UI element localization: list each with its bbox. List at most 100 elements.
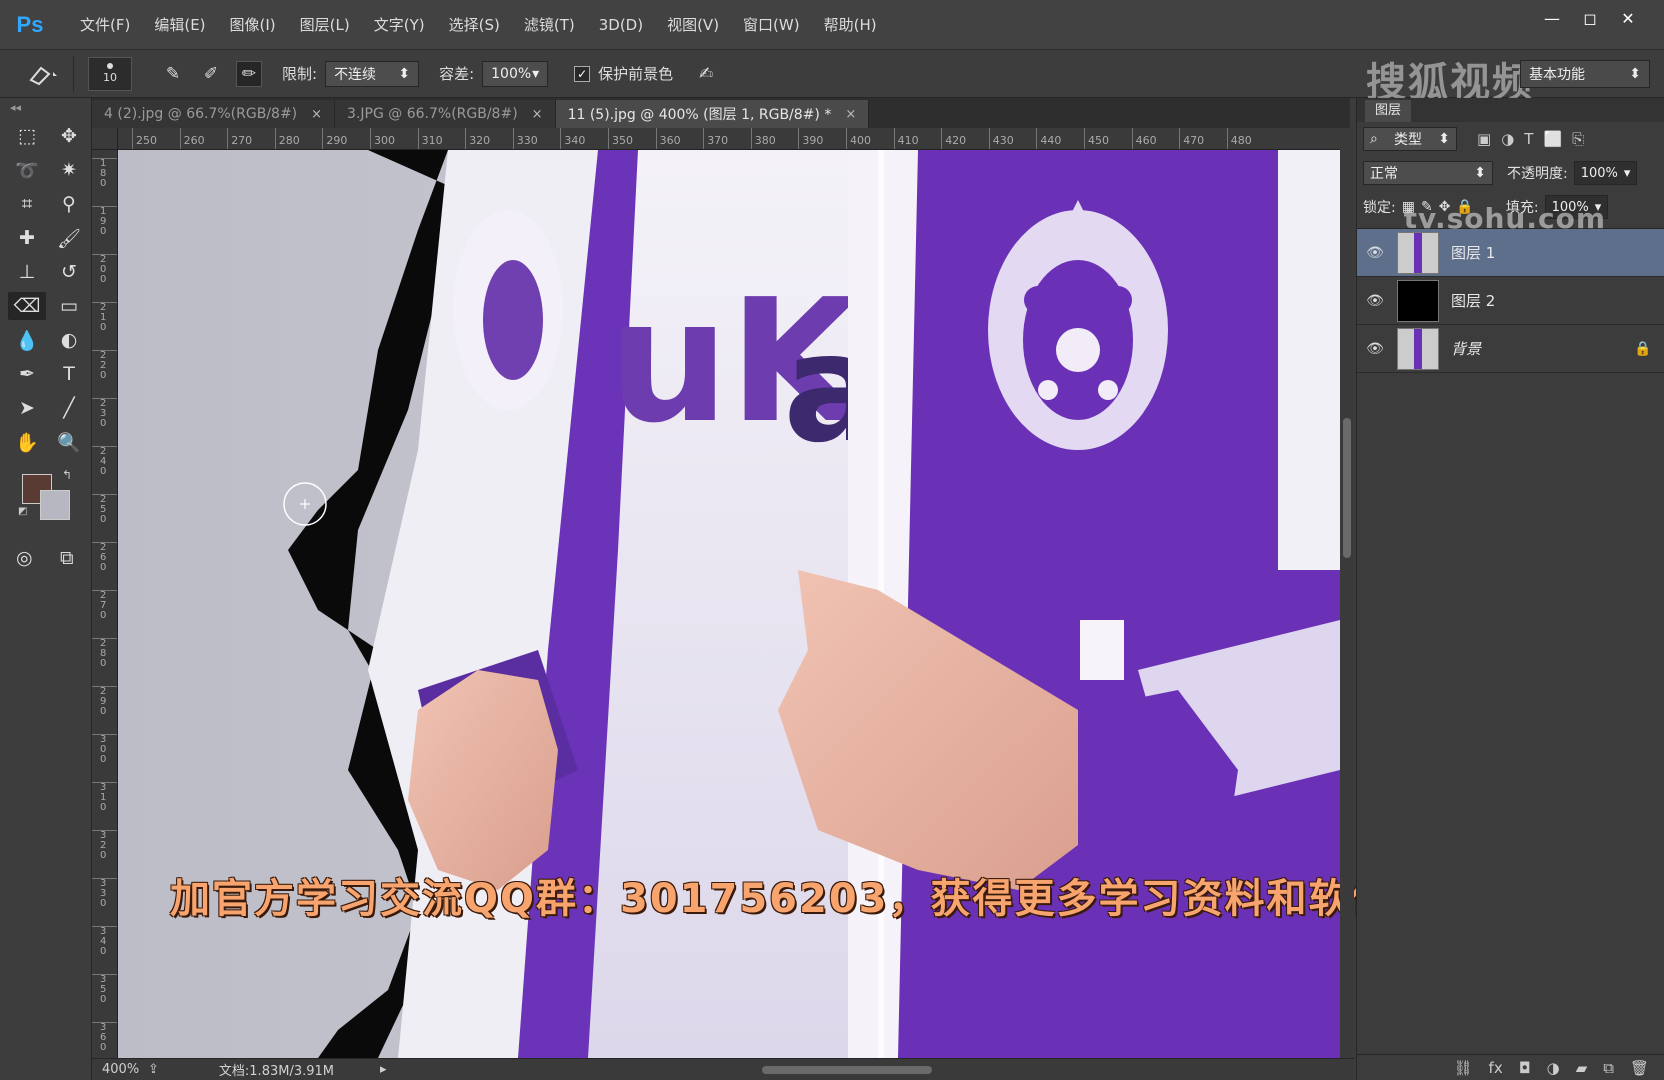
lasso-icon[interactable]: ➰: [8, 156, 46, 184]
image-filter-icon[interactable]: ▣: [1477, 130, 1491, 148]
layer-filter-select[interactable]: ⌕ 类型 ⬍: [1363, 127, 1457, 151]
new-layer-icon[interactable]: ⧉: [1603, 1059, 1614, 1077]
blend-mode-select[interactable]: 正常 ⬍: [1363, 161, 1493, 185]
dodge-icon[interactable]: ◐: [50, 326, 88, 354]
close-icon[interactable]: ×: [532, 107, 543, 122]
brush-size-picker[interactable]: 10: [88, 56, 132, 91]
layer-row-1[interactable]: 👁 图层 1: [1357, 229, 1664, 277]
ruler-tick: 250: [92, 494, 117, 525]
layer-list: 👁 图层 1 👁 图层 2 👁 背景 🔒: [1357, 228, 1664, 373]
default-colors-icon[interactable]: ◩: [18, 506, 27, 517]
healing-brush-icon[interactable]: ✚: [8, 224, 46, 252]
menu-layer[interactable]: 图层(L): [288, 0, 362, 50]
link-layers-icon[interactable]: ⛓: [1454, 1059, 1473, 1077]
history-brush-icon[interactable]: ↺: [50, 258, 88, 286]
zoom-icon[interactable]: 🔍: [50, 428, 88, 456]
pen-icon[interactable]: ✒: [8, 360, 46, 388]
close-icon[interactable]: ×: [311, 107, 322, 122]
fx-icon[interactable]: fx: [1489, 1059, 1503, 1077]
menu-type[interactable]: 文字(Y): [362, 0, 437, 50]
workspace-switcher[interactable]: 基本功能 ⬍: [1520, 60, 1650, 88]
vertical-scrollbar[interactable]: [1340, 128, 1354, 1060]
background-color-swatch[interactable]: [40, 490, 70, 520]
ruler-tick: 300: [92, 734, 117, 765]
menu-help[interactable]: 帮助(H): [812, 0, 889, 50]
marquee-icon[interactable]: ⬚: [8, 122, 46, 150]
status-bar: 400% ⇪ 文档:1.83M/3.91M ▸: [92, 1058, 1354, 1080]
menu-view[interactable]: 视图(V): [655, 0, 731, 50]
crop-icon[interactable]: ⌗: [8, 190, 46, 218]
menu-filter[interactable]: 滤镜(T): [512, 0, 587, 50]
close-button[interactable]: ✕: [1612, 6, 1644, 30]
layer-row-2[interactable]: 👁 图层 2: [1357, 277, 1664, 325]
visibility-eye-icon[interactable]: 👁: [1365, 245, 1385, 261]
adjustment-layer-icon[interactable]: ◑: [1547, 1059, 1560, 1077]
tab-document-1[interactable]: 4 (2).jpg @ 66.7%(RGB/8#) ×: [92, 100, 336, 128]
screen-mode-icon[interactable]: ⧉: [53, 544, 82, 572]
toolbox: ◂◂ ⬚ ✥ ➰ ✷ ⌗ ⚲ ✚ 🖌 ⊥ ↺ ⌫ ▭ 💧 ◐ ✒ T ➤ ╱ ✋…: [0, 98, 92, 1080]
clone-stamp-icon[interactable]: ⊥: [8, 258, 46, 286]
tolerance-label: 容差:: [439, 65, 475, 83]
swap-colors-icon[interactable]: ↰: [62, 468, 72, 482]
tool-preset-picker[interactable]: [14, 55, 74, 92]
eraser-icon[interactable]: ⌫: [8, 292, 46, 320]
sampling-once-icon[interactable]: ✐: [198, 61, 224, 87]
protect-foreground-checkbox[interactable]: ✓: [574, 65, 591, 82]
close-icon[interactable]: ×: [845, 107, 856, 122]
scroll-thumb[interactable]: [1343, 418, 1351, 558]
move-icon[interactable]: ✥: [50, 122, 88, 150]
trash-icon[interactable]: 🗑: [1630, 1059, 1649, 1077]
menu-edit[interactable]: 编辑(E): [142, 0, 217, 50]
hand-icon[interactable]: ✋: [8, 428, 46, 456]
collapse-arrows-icon[interactable]: ◂◂: [0, 98, 91, 116]
smart-object-filter-icon[interactable]: ⎘: [1572, 130, 1584, 148]
restore-button[interactable]: ◻: [1574, 6, 1606, 30]
opacity-value: 100%: [1580, 165, 1618, 181]
path-selection-icon[interactable]: ➤: [8, 394, 46, 422]
opacity-input[interactable]: 100% ▾: [1573, 161, 1638, 185]
magic-wand-icon[interactable]: ✷: [50, 156, 88, 184]
video-subtitle: 加官方学习交流QQ群：301756203，获得更多学习资料和软件: [170, 876, 1393, 922]
opacity-label: 不透明度:: [1507, 166, 1568, 182]
horizontal-scrollbar[interactable]: [422, 1065, 1342, 1075]
scroll-thumb[interactable]: [762, 1066, 932, 1074]
menu-3d[interactable]: 3D(D): [587, 0, 655, 50]
eyedropper-icon[interactable]: ⚲: [50, 190, 88, 218]
menu-window[interactable]: 窗口(W): [731, 0, 812, 50]
blur-icon[interactable]: 💧: [8, 326, 46, 354]
menu-file[interactable]: 文件(F): [68, 0, 142, 50]
shape-filter-icon[interactable]: ⬜: [1543, 130, 1562, 148]
zoom-level[interactable]: 400%: [92, 1062, 148, 1077]
gradient-icon[interactable]: ▭: [50, 292, 88, 320]
menu-select[interactable]: 选择(S): [437, 0, 512, 50]
visibility-eye-icon[interactable]: 👁: [1365, 293, 1385, 309]
tab-layers[interactable]: 图层: [1365, 100, 1412, 122]
brush-icon[interactable]: 🖌: [50, 224, 88, 252]
status-menu-arrow-icon[interactable]: ▸: [380, 1062, 387, 1077]
search-icon: ⌕: [1370, 131, 1378, 147]
menu-image[interactable]: 图像(I): [218, 0, 288, 50]
adjustment-filter-icon[interactable]: ◑: [1501, 130, 1514, 148]
type-filter-icon[interactable]: T: [1524, 130, 1533, 148]
lock-label: 锁定:: [1363, 200, 1396, 216]
quick-mask-icon[interactable]: ◎: [10, 544, 39, 572]
new-group-icon[interactable]: ▰: [1576, 1059, 1588, 1077]
sampling-background-swatch-icon[interactable]: ✏: [236, 60, 262, 87]
visibility-eye-icon[interactable]: 👁: [1365, 341, 1385, 357]
sampling-continuous-icon[interactable]: ✎: [160, 61, 186, 87]
type-icon[interactable]: T: [50, 360, 88, 388]
tolerance-input[interactable]: 100% ▾: [482, 60, 549, 87]
ruler-tick: 190: [92, 206, 117, 237]
add-mask-icon[interactable]: ◘: [1519, 1059, 1531, 1077]
tab-document-3[interactable]: 11 (5).jpg @ 400% (图层 1, RGB/8#) * ×: [555, 100, 870, 128]
limit-select[interactable]: 不连续 ⬍: [325, 60, 420, 87]
tab-document-2[interactable]: 3.JPG @ 66.7%(RGB/8#) ×: [335, 100, 556, 128]
layer-row-background[interactable]: 👁 背景 🔒: [1357, 325, 1664, 373]
share-icon[interactable]: ⇪: [148, 1062, 159, 1077]
ruler-origin[interactable]: [92, 128, 118, 150]
tablet-pressure-icon[interactable]: ✍: [693, 61, 719, 87]
minimize-button[interactable]: —: [1536, 6, 1568, 30]
line-icon[interactable]: ╱: [50, 394, 88, 422]
tab-label: 4 (2).jpg @ 66.7%(RGB/8#): [104, 106, 298, 122]
tool-grid: ⬚ ✥ ➰ ✷ ⌗ ⚲ ✚ 🖌 ⊥ ↺ ⌫ ▭ 💧 ◐ ✒ T ➤ ╱ ✋ 🔍: [0, 116, 91, 462]
